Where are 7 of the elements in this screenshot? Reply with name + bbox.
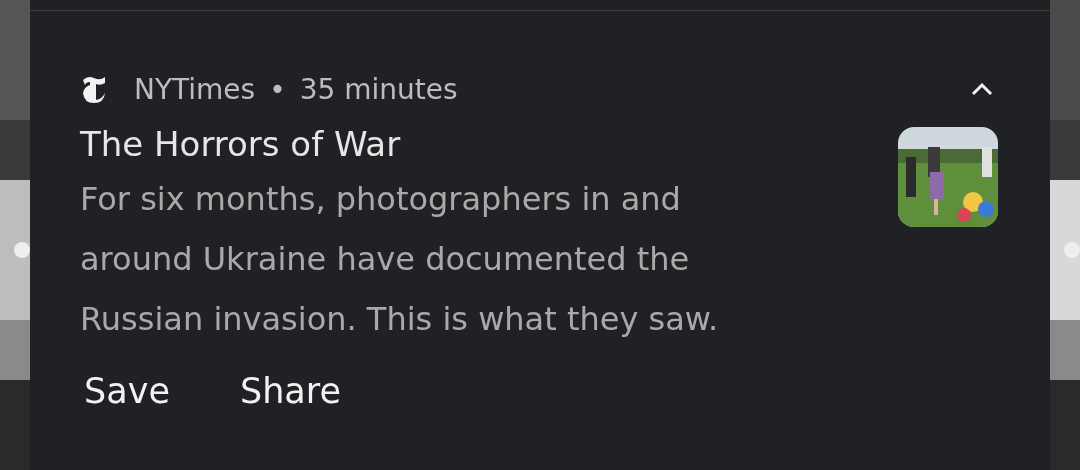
action-button[interactable]: Save — [84, 371, 170, 411]
notification-title: The Horrors of War — [80, 123, 402, 166]
notification-text: For six months, photographers in and around Ukraine have documented the Russian invasion. This is what they saw. — [80, 179, 720, 340]
separator-dot: • — [269, 72, 286, 106]
app-name: NYTimes — [134, 72, 256, 106]
time-label: 35 minutes — [299, 72, 458, 106]
action-button[interactable]: Share — [239, 371, 341, 411]
